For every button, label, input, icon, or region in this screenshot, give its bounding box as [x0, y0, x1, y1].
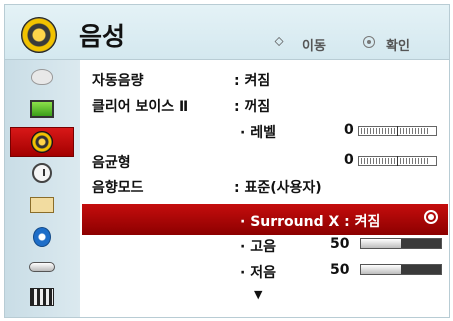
- page-title: 음성: [79, 22, 126, 51]
- sidebar-item-audio[interactable]: [10, 127, 74, 157]
- navigation-arrows-icon: ⬦: [274, 34, 284, 49]
- clock-icon: [32, 163, 52, 183]
- sidebar-item-input[interactable]: [10, 252, 74, 282]
- selected-radio-icon: [424, 210, 438, 224]
- audio-icon: [21, 17, 57, 53]
- input-icon: [29, 262, 55, 272]
- sound-mode-label[interactable]: 음향모드: [92, 177, 144, 197]
- clear-voice-value: : 꺼짐: [234, 99, 271, 115]
- satellite-icon: [31, 69, 53, 85]
- sidebar-item-picture[interactable]: [10, 94, 74, 124]
- level-label[interactable]: · 레벨: [240, 122, 276, 142]
- sidebar-item-lock[interactable]: [10, 222, 74, 252]
- sidebar-menu: [4, 60, 80, 318]
- treble-label[interactable]: · 고음: [240, 236, 276, 256]
- scroll-down-arrow-icon[interactable]: ▼: [254, 288, 262, 301]
- sidebar-item-channel[interactable]: [10, 62, 74, 92]
- picture-icon: [30, 100, 54, 118]
- clear-voice-label[interactable]: 클리어 보이스 Ⅱ: [92, 96, 188, 116]
- balance-label[interactable]: 음균형: [92, 152, 131, 172]
- auto-volume-label[interactable]: 자동음량: [92, 70, 144, 90]
- treble-value: 50: [330, 236, 350, 252]
- sound-mode-value: : 표준(사용자): [234, 180, 322, 196]
- hint-move-label: 이동: [302, 39, 326, 54]
- ok-button-icon: [363, 36, 375, 48]
- auto-volume-value: : 켜짐: [234, 73, 271, 89]
- bass-slider[interactable]: [360, 264, 442, 275]
- movie-icon: [30, 288, 54, 306]
- level-slider[interactable]: [358, 126, 437, 136]
- sidebar-item-media[interactable]: [10, 282, 74, 312]
- menu-header: 음성 ⬦ 이동 확인: [4, 4, 450, 60]
- menu-content: 자동음량 : 켜짐 클리어 보이스 Ⅱ : 꺼짐 · 레벨 0 음균형 0 음향…: [80, 60, 450, 318]
- treble-fill: [361, 239, 401, 248]
- surround-label[interactable]: · Surround X : 켜짐: [240, 211, 380, 231]
- treble-slider[interactable]: [360, 238, 442, 249]
- level-value: 0: [344, 122, 354, 138]
- hint-ok-label: 확인: [386, 39, 410, 54]
- sidebar-item-time[interactable]: [10, 158, 74, 188]
- lock-icon: [33, 227, 51, 247]
- sidebar-item-options[interactable]: [10, 190, 74, 220]
- bass-value: 50: [330, 262, 350, 278]
- sound-menu-window: 음성 ⬦ 이동 확인 자동음량 : 켜짐 클리어 보이스 Ⅱ: 꺼짐 · 레벨…: [0, 0, 453, 321]
- bass-label[interactable]: · 저음: [240, 262, 276, 282]
- balance-slider[interactable]: [358, 156, 437, 166]
- balance-value: 0: [344, 152, 354, 168]
- options-icon: [30, 197, 54, 213]
- audio-icon: [31, 131, 53, 153]
- bass-fill: [361, 265, 401, 274]
